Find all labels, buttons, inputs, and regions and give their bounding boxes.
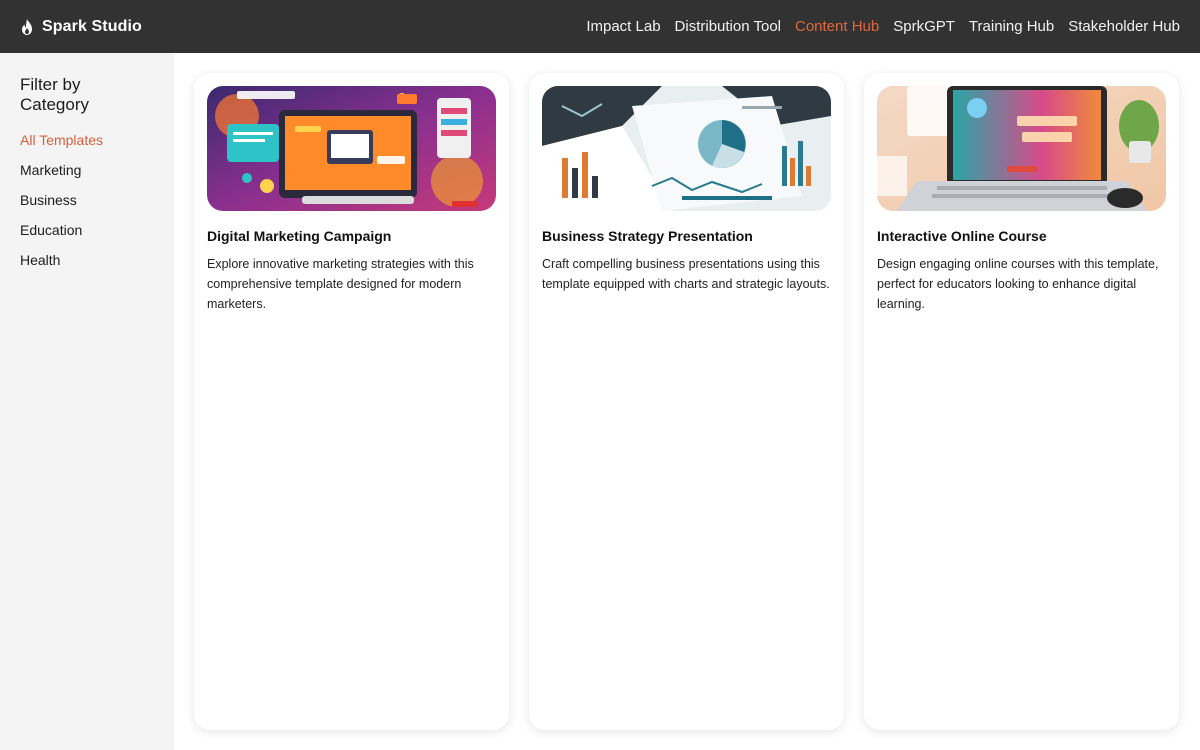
brand[interactable]: Spark Studio: [20, 18, 142, 36]
category-all-templates[interactable]: All Templates: [20, 131, 154, 161]
category-business[interactable]: Business: [20, 191, 154, 221]
card-title: Digital Marketing Campaign: [207, 228, 392, 244]
nav-training-hub[interactable]: Training Hub: [969, 18, 1054, 35]
category-marketing[interactable]: Marketing: [20, 161, 154, 191]
template-card-list: Digital Marketing Campaign Explore innov…: [194, 73, 1179, 730]
template-card-business-strategy[interactable]: Business Strategy Presentation Craft com…: [529, 73, 844, 730]
marketing-illustration: [207, 86, 496, 211]
category-education[interactable]: Education: [20, 221, 154, 251]
nav-stakeholder-hub[interactable]: Stakeholder Hub: [1068, 18, 1180, 35]
nav-impact-lab[interactable]: Impact Lab: [586, 18, 660, 35]
brand-name: Spark Studio: [42, 17, 142, 35]
business-charts-illustration: [542, 86, 831, 211]
template-gallery: Digital Marketing Campaign Explore innov…: [174, 53, 1200, 750]
template-card-digital-marketing[interactable]: Digital Marketing Campaign Explore innov…: [194, 73, 509, 730]
template-card-online-course[interactable]: Interactive Online Course Design engagin…: [864, 73, 1179, 730]
card-title: Interactive Online Course: [877, 228, 1047, 244]
nav-sprkgpt[interactable]: SprkGPT: [893, 18, 955, 35]
main-nav: Impact Lab Distribution Tool Content Hub…: [586, 18, 1180, 35]
card-description: Explore innovative marketing strategies …: [207, 257, 474, 311]
category-filter-sidebar: Filter by Category All Templates Marketi…: [0, 53, 174, 750]
online-course-illustration: [877, 86, 1166, 211]
card-description: Craft compelling business presentations …: [542, 257, 830, 291]
card-title: Business Strategy Presentation: [542, 228, 753, 244]
category-health[interactable]: Health: [20, 251, 154, 281]
nav-content-hub[interactable]: Content Hub: [795, 18, 879, 35]
nav-distribution-tool[interactable]: Distribution Tool: [675, 18, 781, 35]
flame-icon: [22, 18, 32, 35]
sidebar-title: Filter by Category: [20, 75, 89, 114]
card-description: Design engaging online courses with this…: [877, 257, 1159, 311]
top-navigation-bar: Spark Studio Impact Lab Distribution Too…: [0, 0, 1200, 53]
